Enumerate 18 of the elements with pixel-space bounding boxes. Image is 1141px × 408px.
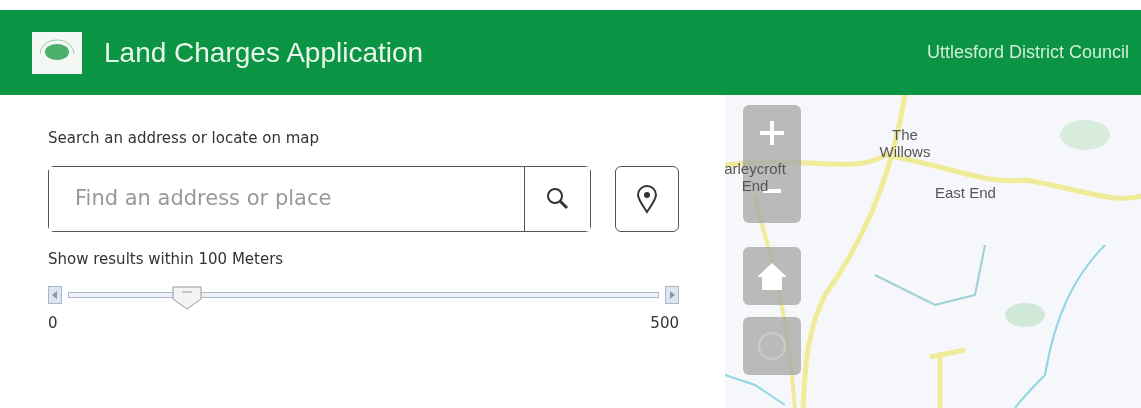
slider-thumb[interactable] [171,286,202,310]
locate-map-button[interactable] [743,317,801,375]
app-title: Land Charges Application [104,35,424,70]
map-place-label: East End [935,185,996,202]
slider-min-label: 0 [48,313,58,334]
search-icon [545,186,570,211]
distance-label: Show results within 100 Meters [48,248,285,270]
home-button[interactable] [743,247,801,305]
home-icon [755,261,789,291]
location-pin-icon [636,183,659,214]
slider-max-label: 500 [650,313,679,334]
locate-button[interactable] [615,165,679,232]
search-button[interactable] [524,166,591,231]
search-field[interactable]: Find an address or place [48,165,592,232]
organization-name: Uttlesford District Council [926,41,1129,64]
crosshair-icon [755,329,789,363]
map-place-label: arleycroft End [725,161,787,194]
search-prompt: Search an address or locate on map [48,128,321,149]
